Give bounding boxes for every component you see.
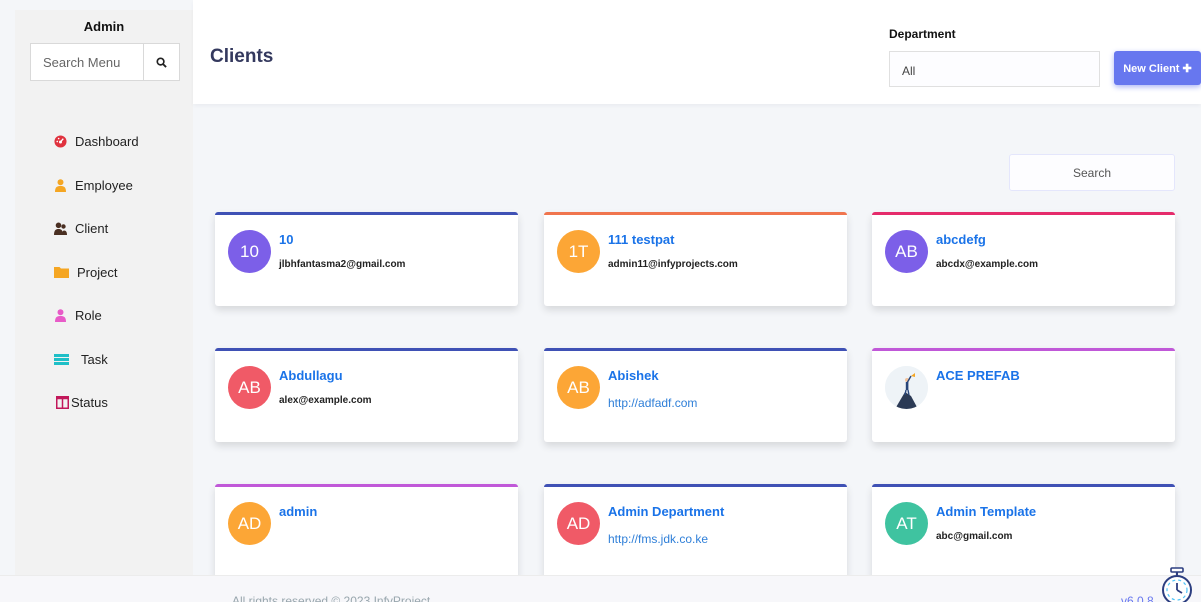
sidebar-item-task[interactable]: Task bbox=[15, 338, 193, 382]
sidebar-item-dashboard[interactable]: Dashboard bbox=[15, 120, 193, 164]
client-avatar: AT bbox=[885, 502, 928, 545]
client-card[interactable]: 10 10 jlbhfantasma2@gmail.com bbox=[215, 212, 518, 306]
client-name-link[interactable]: ACE PREFAB bbox=[936, 368, 1020, 383]
client-website-link[interactable]: http://adfadf.com bbox=[608, 396, 697, 410]
users-icon bbox=[53, 222, 67, 236]
client-avatar: AB bbox=[557, 366, 600, 409]
client-card[interactable]: AB abcdefg abcdx@example.com bbox=[872, 212, 1175, 306]
client-name-link[interactable]: abcdefg bbox=[936, 232, 986, 247]
client-card[interactable]: AB Abishek http://adfadf.com bbox=[544, 348, 847, 442]
client-email: admin11@infyprojects.com bbox=[608, 259, 738, 270]
client-email: alex@example.com bbox=[279, 395, 372, 406]
sidebar-item-label: Status bbox=[71, 395, 108, 411]
sidebar: Admin Dashboard Employee Client bbox=[15, 10, 193, 575]
client-name-link[interactable]: admin bbox=[279, 504, 317, 519]
sidebar-title: Admin bbox=[83, 19, 125, 34]
client-avatar: AB bbox=[885, 230, 928, 273]
search-menu-input[interactable] bbox=[31, 44, 143, 80]
client-card[interactable]: AB Abdullagu alex@example.com bbox=[215, 348, 518, 442]
client-card[interactable]: AT Admin Template abc@gmail.com bbox=[872, 484, 1175, 575]
sidebar-item-label: Project bbox=[77, 264, 118, 280]
sidebar-item-label: Employee bbox=[75, 177, 133, 193]
client-card[interactable]: 1T 111 testpat admin11@infyprojects.com bbox=[544, 212, 847, 306]
copyright-text: All rights reserved © 2023 InfyProject bbox=[232, 594, 431, 602]
client-avatar: AB bbox=[228, 366, 271, 409]
sidebar-item-label: Task bbox=[81, 351, 108, 367]
client-email: jlbhfantasma2@gmail.com bbox=[279, 259, 406, 270]
sidebar-item-client[interactable]: Client bbox=[15, 207, 193, 251]
search-button[interactable] bbox=[143, 44, 179, 80]
client-avatar-image bbox=[885, 366, 928, 409]
clients-main: Search 10 10 jlbhfantasma2@gmail.com 1T … bbox=[193, 104, 1198, 575]
page-header: Clients Department All New Client ✚ bbox=[193, 0, 1201, 104]
client-avatar: AD bbox=[557, 502, 600, 545]
columns-icon bbox=[55, 396, 69, 410]
client-name-link[interactable]: Admin Template bbox=[936, 504, 1036, 519]
client-name-link[interactable]: Abishek bbox=[608, 368, 659, 383]
client-email: abcdx@example.com bbox=[936, 259, 1039, 270]
user-icon bbox=[53, 309, 67, 323]
sidebar-item-project[interactable]: Project bbox=[15, 251, 193, 295]
clients-search-input[interactable]: Search bbox=[1009, 154, 1175, 191]
client-name-link[interactable]: 10 bbox=[279, 232, 293, 247]
page-title: Clients bbox=[210, 46, 274, 67]
department-label: Department bbox=[889, 27, 956, 41]
client-card[interactable]: AD admin bbox=[215, 484, 518, 575]
client-avatar: 1T bbox=[557, 230, 600, 273]
client-avatar: 10 bbox=[228, 230, 271, 273]
person-on-summit-image bbox=[885, 366, 928, 409]
user-icon bbox=[53, 178, 67, 192]
new-client-button[interactable]: New Client ✚ bbox=[1114, 51, 1201, 85]
stopwatch-icon[interactable] bbox=[1157, 566, 1197, 602]
client-name-link[interactable]: 111 testpat bbox=[608, 232, 675, 247]
tasks-icon bbox=[53, 352, 69, 366]
dashboard-icon bbox=[53, 135, 67, 149]
client-name-link[interactable]: Abdullagu bbox=[279, 368, 343, 383]
sidebar-item-employee[interactable]: Employee bbox=[15, 164, 193, 208]
sidebar-item-status[interactable]: Status bbox=[15, 381, 193, 425]
client-card[interactable]: AD Admin Department http://fms.jdk.co.ke bbox=[544, 484, 847, 575]
sidebar-item-label: Dashboard bbox=[75, 134, 139, 150]
client-card[interactable]: ACE PREFAB bbox=[872, 348, 1175, 442]
department-select[interactable]: All bbox=[889, 51, 1100, 87]
client-website-link[interactable]: http://fms.jdk.co.ke bbox=[608, 532, 708, 546]
sidebar-menu: Dashboard Employee Client Project Role T… bbox=[15, 120, 193, 425]
search-icon bbox=[156, 56, 167, 68]
client-name-link[interactable]: Admin Department bbox=[608, 504, 724, 519]
version-text: v6.0.8 bbox=[1121, 594, 1154, 602]
sidebar-item-label: Client bbox=[75, 221, 109, 237]
client-avatar: AD bbox=[228, 502, 271, 545]
client-email: abc@gmail.com bbox=[936, 531, 1013, 542]
sidebar-search bbox=[30, 43, 180, 81]
sidebar-item-role[interactable]: Role bbox=[15, 294, 193, 338]
sidebar-item-label: Role bbox=[75, 308, 102, 324]
page-footer: All rights reserved © 2023 InfyProject v… bbox=[0, 575, 1201, 602]
folder-icon bbox=[53, 265, 69, 279]
